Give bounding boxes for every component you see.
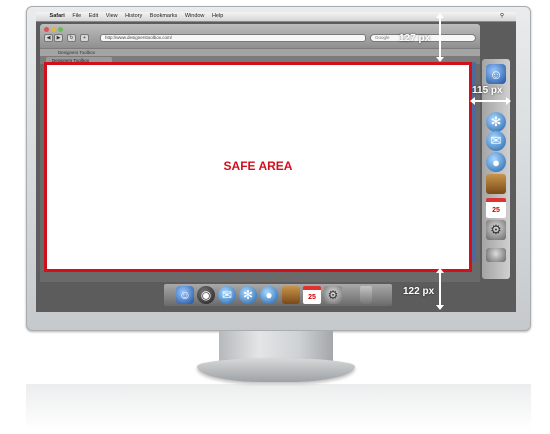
menu-item-history[interactable]: History	[125, 12, 142, 21]
preview-icon[interactable]: ⚙	[324, 286, 342, 304]
zoom-window-icon[interactable]	[58, 27, 63, 32]
arrow-down-icon	[436, 57, 444, 62]
menu-item-help[interactable]: Help	[212, 12, 223, 21]
menu-item-view[interactable]: View	[106, 12, 118, 21]
monitor-neck	[219, 331, 333, 361]
arrow-down-icon	[436, 305, 444, 310]
bookmark-item[interactable]: Designers Toolbox	[58, 50, 95, 55]
arrow-right-icon	[506, 97, 511, 105]
dashboard-icon[interactable]: ◉	[197, 286, 215, 304]
spotlight-icon[interactable]: ⚲	[500, 12, 504, 21]
minimize-window-icon[interactable]	[51, 27, 56, 32]
ical-icon[interactable]: 25	[486, 198, 506, 218]
mail-icon[interactable]: ✉	[486, 131, 506, 151]
menu-bar: Safari File Edit View History Bookmarks …	[36, 12, 516, 22]
top-margin-dimension-line	[439, 16, 441, 60]
add-bookmark-button[interactable]: +	[80, 34, 89, 42]
safari-icon[interactable]: ✻	[239, 286, 257, 304]
address-book-icon[interactable]	[282, 286, 300, 304]
finder-icon[interactable]: ☺	[176, 286, 194, 304]
address-book-icon[interactable]	[486, 174, 506, 194]
finder-icon[interactable]: ☺	[486, 64, 506, 84]
menu-item-safari[interactable]: Safari	[50, 12, 65, 21]
ichat-icon[interactable]: ●	[486, 152, 506, 172]
forward-button[interactable]: ▶	[54, 34, 63, 42]
ichat-icon[interactable]: ●	[260, 286, 278, 304]
menu-item-file[interactable]: File	[72, 12, 81, 21]
monitor-mockup: Safari File Edit View History Bookmarks …	[0, 0, 550, 434]
safe-area: SAFE AREA	[44, 62, 472, 272]
ical-icon[interactable]: 25	[303, 286, 321, 304]
right-margin-dimension-line	[474, 100, 508, 102]
monitor-reflection	[26, 384, 531, 430]
trash-icon[interactable]	[360, 286, 372, 304]
arrow-left-icon	[470, 97, 475, 105]
address-bar[interactable]: http://www.designerstoolbox.com/	[100, 34, 366, 42]
menu-item-bookmarks[interactable]: Bookmarks	[150, 12, 178, 21]
arrow-up-icon	[436, 13, 444, 18]
trash-icon[interactable]	[486, 248, 506, 262]
top-margin-label: 127 px	[399, 33, 431, 44]
reload-button[interactable]: ↻	[67, 34, 76, 42]
bottom-margin-label: 122 px	[403, 286, 435, 297]
mail-icon[interactable]: ✉	[218, 286, 236, 304]
monitor-foot	[197, 358, 355, 382]
safe-area-label: SAFE AREA	[223, 159, 293, 173]
preview-icon[interactable]: ⚙	[486, 220, 506, 240]
close-window-icon[interactable]	[44, 27, 49, 32]
menu-item-window[interactable]: Window	[185, 12, 205, 21]
right-margin-label: 115 px	[472, 85, 503, 96]
arrow-up-icon	[436, 268, 444, 273]
menu-item-edit[interactable]: Edit	[89, 12, 98, 21]
safari-icon[interactable]: ✻	[486, 112, 506, 132]
back-button[interactable]: ◀	[44, 34, 53, 42]
bottom-margin-dimension-line	[439, 271, 441, 308]
